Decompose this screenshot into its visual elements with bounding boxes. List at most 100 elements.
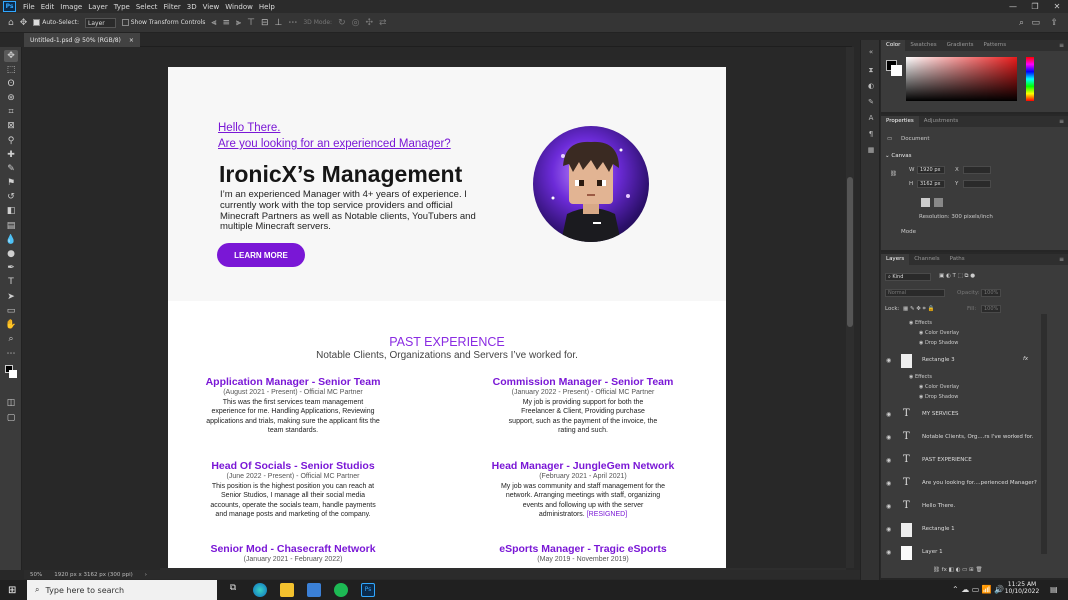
maximize-icon[interactable]: ❐ bbox=[1024, 0, 1046, 13]
menu-window[interactable]: Window bbox=[222, 3, 256, 11]
eye-icon[interactable]: ◉ bbox=[886, 357, 891, 364]
vertical-scrollbar[interactable] bbox=[846, 47, 854, 568]
glyphs-panel-icon[interactable]: ▦ bbox=[866, 146, 876, 154]
color-field[interactable] bbox=[906, 57, 1017, 101]
menu-select[interactable]: Select bbox=[133, 3, 161, 11]
type-tool-icon[interactable]: T bbox=[4, 276, 18, 288]
pen-tool-icon[interactable]: ✒ bbox=[4, 262, 18, 274]
document-tab[interactable]: Untitled-1.psd @ 50% (RGB/8) × bbox=[24, 33, 140, 47]
panel-menu-icon[interactable]: ≡ bbox=[1059, 42, 1064, 49]
background-color-swatch[interactable] bbox=[891, 65, 902, 76]
task-view-icon[interactable]: ⧉ bbox=[226, 583, 240, 597]
photoshop-logo-icon[interactable]: Ps bbox=[3, 1, 16, 12]
menu-view[interactable]: View bbox=[200, 3, 223, 11]
adjust-panel-icon[interactable]: ◐ bbox=[866, 82, 876, 90]
path-select-tool-icon[interactable]: ➤ bbox=[4, 291, 18, 303]
home-icon[interactable]: ⌂ bbox=[8, 18, 14, 28]
layer-row[interactable]: ◉ T Hello There. bbox=[881, 496, 1041, 518]
menu-3d[interactable]: 3D bbox=[184, 3, 200, 11]
eye-icon[interactable]: ◉ bbox=[886, 434, 891, 441]
move-tool-icon[interactable]: ✥ bbox=[20, 18, 28, 28]
collapse-panels-icon[interactable]: « bbox=[866, 48, 876, 56]
width-field[interactable]: 1920 px bbox=[917, 166, 945, 174]
hand-tool-icon[interactable]: ✋ bbox=[4, 319, 18, 331]
color-overlay-effect[interactable]: ◉ Color Overlay bbox=[919, 384, 959, 390]
menu-filter[interactable]: Filter bbox=[160, 3, 183, 11]
brush-panel-icon[interactable]: ✎ bbox=[866, 98, 876, 106]
brush-tool-icon[interactable]: ✎ bbox=[4, 163, 18, 175]
layer-row[interactable]: ◉ Layer 1 bbox=[881, 542, 1041, 564]
x-field[interactable] bbox=[963, 166, 991, 174]
dodge-tool-icon[interactable]: ● bbox=[4, 248, 18, 260]
layer-kind-filter[interactable]: ⌕ Kind bbox=[885, 273, 931, 281]
link-icon[interactable]: ⛓ bbox=[890, 171, 897, 177]
history-brush-tool-icon[interactable]: ↺ bbox=[4, 191, 18, 203]
system-tray-icons[interactable]: ⌃ ☁ ▭ 📶 🔊 bbox=[952, 585, 1004, 594]
gradient-tool-icon[interactable]: ▤ bbox=[4, 220, 18, 232]
tab-paths[interactable]: Paths bbox=[945, 254, 970, 265]
color-swatches-icon[interactable] bbox=[4, 365, 18, 381]
file-explorer-icon[interactable] bbox=[280, 583, 294, 597]
store-icon[interactable] bbox=[307, 583, 321, 597]
fx-badge[interactable]: fx bbox=[1023, 356, 1028, 362]
canvas-section-label[interactable]: ⌄ Canvas bbox=[885, 153, 912, 159]
layer-row[interactable]: ◉ T Are you looking for....perienced Manag… bbox=[881, 473, 1041, 495]
eraser-tool-icon[interactable]: ◧ bbox=[4, 205, 18, 217]
workspace-icon[interactable]: ▭ bbox=[1031, 18, 1040, 28]
scroll-thumb[interactable] bbox=[847, 177, 853, 327]
align-top-icon[interactable]: ⊤ bbox=[247, 18, 255, 28]
zoom-tool-icon[interactable]: ⌕ bbox=[4, 333, 18, 345]
close-tab-icon[interactable]: × bbox=[129, 37, 134, 44]
eye-icon[interactable]: ◉ bbox=[886, 503, 891, 510]
3d-roll-icon[interactable]: ◎ bbox=[352, 18, 360, 28]
height-field[interactable]: 3162 px bbox=[917, 180, 945, 188]
character-panel-icon[interactable]: A bbox=[866, 114, 876, 122]
move-tool-icon[interactable]: ✥ bbox=[4, 50, 18, 62]
menu-edit[interactable]: Edit bbox=[38, 3, 58, 11]
align-center-icon[interactable]: ≡ bbox=[223, 18, 231, 28]
tab-swatches[interactable]: Swatches bbox=[905, 40, 941, 51]
eye-icon[interactable]: ◉ bbox=[886, 526, 891, 533]
tab-adjustments[interactable]: Adjustments bbox=[919, 116, 963, 127]
history-panel-icon[interactable]: ⧗ bbox=[866, 66, 876, 74]
minimize-icon[interactable]: — bbox=[1002, 0, 1024, 13]
align-bottom-icon[interactable]: ⊥ bbox=[275, 18, 283, 28]
y-field[interactable] bbox=[963, 180, 991, 188]
healing-brush-tool-icon[interactable]: ✚ bbox=[4, 149, 18, 161]
quick-select-tool-icon[interactable]: ⊛ bbox=[4, 92, 18, 104]
show-transform-controls-checkbox[interactable]: Show Transform Controls bbox=[121, 19, 205, 26]
hue-slider[interactable] bbox=[1026, 57, 1034, 101]
3d-pan-icon[interactable]: ✣ bbox=[365, 18, 373, 28]
drop-shadow-effect[interactable]: ◉ Drop Shadow bbox=[919, 394, 958, 400]
eye-icon[interactable]: ◉ bbox=[886, 549, 891, 556]
portrait-icon[interactable] bbox=[921, 198, 930, 207]
align-right-icon[interactable]: ⫸ bbox=[236, 18, 241, 28]
distribute-icon[interactable]: ⋯ bbox=[288, 18, 297, 28]
tab-channels[interactable]: Channels bbox=[909, 254, 944, 265]
panel-menu-icon[interactable]: ≡ bbox=[1059, 118, 1064, 125]
menu-image[interactable]: Image bbox=[57, 3, 85, 11]
layer-actions-icons[interactable]: ⛓ fx ◧ ◐ ▭ ⊞ 🗑 bbox=[933, 567, 982, 573]
frame-tool-icon[interactable]: ⊠ bbox=[4, 120, 18, 132]
auto-select-target-dropdown[interactable]: Layer bbox=[85, 17, 116, 28]
layer-filter-icons[interactable]: ▣ ◐ T ⬚ ⧉ ● bbox=[939, 273, 975, 280]
chevron-right-icon[interactable]: › bbox=[145, 572, 147, 578]
layer-row[interactable]: ◉ T MY SERVICES bbox=[881, 404, 1041, 426]
lock-icons[interactable]: ▦ ✎ ✥ ⌗ 🔒 bbox=[903, 306, 934, 313]
edge-icon[interactable] bbox=[253, 583, 267, 597]
canvas-area[interactable]: Hello There. Are you looking for an expe… bbox=[24, 47, 852, 568]
marquee-tool-icon[interactable]: ⬚ bbox=[4, 64, 18, 76]
eye-icon[interactable]: ◉ bbox=[886, 457, 891, 464]
stamp-tool-icon[interactable]: ⚑ bbox=[4, 177, 18, 189]
tab-layers[interactable]: Layers bbox=[881, 254, 910, 265]
align-middle-icon[interactable]: ⊟ bbox=[261, 18, 269, 28]
close-icon[interactable]: ✕ bbox=[1046, 0, 1068, 13]
auto-select-checkbox[interactable]: Auto-Select: bbox=[33, 19, 79, 26]
blur-tool-icon[interactable]: 💧 bbox=[4, 234, 18, 246]
opacity-field[interactable]: 100% bbox=[981, 289, 1001, 297]
zoom-level[interactable]: 50% bbox=[30, 572, 42, 578]
color-overlay-effect[interactable]: ◉ Color Overlay bbox=[919, 330, 959, 336]
lasso-tool-icon[interactable]: ʘ bbox=[4, 78, 18, 90]
quick-mask-icon[interactable]: ◫ bbox=[4, 397, 18, 409]
eye-icon[interactable]: ◉ bbox=[886, 480, 891, 487]
